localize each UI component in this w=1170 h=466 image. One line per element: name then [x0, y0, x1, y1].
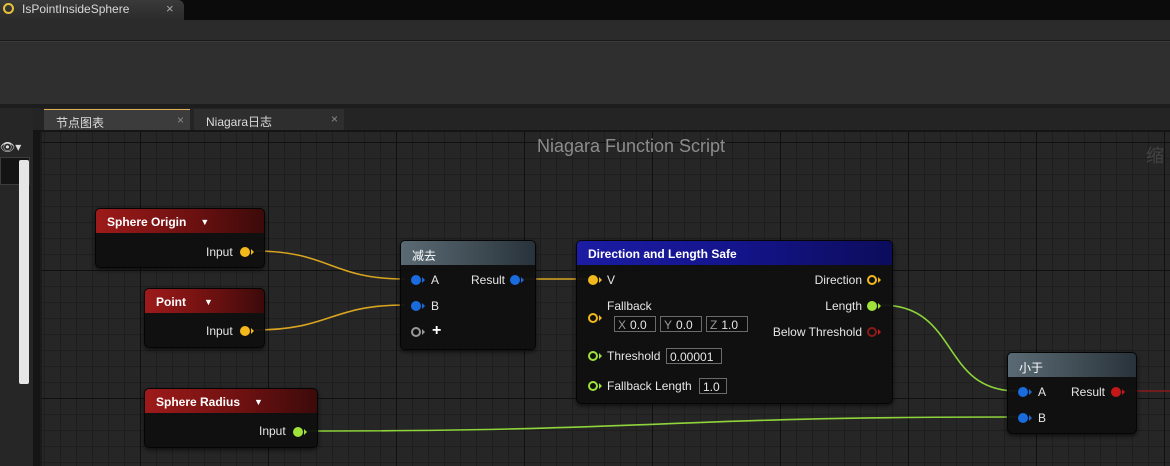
fallback-length-field[interactable]: 1.0 — [699, 378, 727, 394]
fallback-x-field[interactable]: X 0.0 — [614, 316, 656, 332]
wire-sphere-origin-to-a — [254, 250, 406, 280]
input-pin-threshold[interactable] — [588, 351, 598, 361]
input-label-a: A — [431, 273, 440, 287]
pin-arrow-icon — [422, 329, 425, 335]
output-label: Input — [206, 324, 233, 338]
output-pin[interactable] — [510, 275, 520, 285]
pin-arrow-icon — [251, 249, 254, 255]
output-pin[interactable] — [240, 326, 250, 336]
pin-arrow-icon — [304, 429, 307, 435]
input-pin-a[interactable] — [1018, 387, 1028, 397]
pin-arrow-icon — [251, 328, 254, 334]
node-direction-and-length-safe[interactable]: Direction and Length Safe V Fallback X 0.… — [576, 240, 893, 404]
output-label: Input — [259, 424, 286, 438]
output-label: Result — [471, 273, 506, 287]
input-label-a: A — [1038, 385, 1047, 399]
input-pin-b[interactable] — [1018, 413, 1028, 423]
wire-radius-to-b — [306, 416, 1018, 432]
output-pin[interactable] — [1111, 387, 1121, 397]
output-pin[interactable] — [293, 427, 303, 437]
pin-arrow-icon — [422, 277, 425, 283]
pin-arrow-icon — [878, 277, 881, 283]
output-label: Input — [206, 245, 233, 259]
pin-arrow-icon — [1122, 389, 1125, 395]
pin-arrow-icon — [599, 277, 602, 283]
fallback-y-field[interactable]: Y 0.0 — [660, 316, 702, 332]
output-label-length: Length — [825, 299, 862, 313]
pin-arrow-icon — [1029, 415, 1032, 421]
node-point[interactable]: Point ▼ Input — [144, 288, 265, 348]
input-label-b: B — [431, 299, 440, 313]
pin-arrow-icon — [878, 329, 881, 335]
input-pin-a[interactable] — [411, 275, 421, 285]
node-subtract[interactable]: 减去 A B + Result — [400, 240, 536, 350]
node-header[interactable]: 减去 — [401, 241, 535, 265]
node-header[interactable]: Direction and Length Safe — [577, 241, 892, 265]
input-pin-fallback-length[interactable] — [588, 381, 598, 391]
node-less-than[interactable]: 小于 A B Result — [1007, 352, 1137, 434]
output-label: Result — [1071, 385, 1106, 399]
output-label-below-threshold: Below Threshold — [772, 325, 862, 339]
output-pin-direction[interactable] — [867, 275, 877, 285]
output-pin[interactable] — [240, 247, 250, 257]
node-header[interactable]: Sphere Radius ▼ — [145, 389, 317, 413]
wire-length-to-a — [880, 304, 1018, 392]
node-sphere-radius[interactable]: Sphere Radius ▼ Input — [144, 388, 318, 448]
pin-arrow-icon — [878, 303, 881, 309]
node-sphere-origin[interactable]: Sphere Origin ▼ Input — [95, 208, 265, 268]
pin-arrow-icon — [599, 353, 602, 359]
input-pin-fallback[interactable] — [588, 313, 598, 323]
add-pin-icon[interactable]: + — [432, 322, 441, 340]
dropdown-arrow-icon[interactable]: ▼ — [254, 397, 263, 407]
input-label-threshold: Threshold — [607, 349, 661, 363]
input-label-fallback-length: Fallback Length — [607, 379, 692, 393]
fallback-z-field[interactable]: Z 1.0 — [706, 316, 748, 332]
pin-arrow-icon — [521, 277, 524, 283]
output-label-direction: Direction — [814, 273, 862, 287]
node-header[interactable]: Sphere Origin ▼ — [96, 209, 264, 233]
input-pin-b[interactable] — [411, 301, 421, 311]
output-pin-length[interactable] — [867, 301, 877, 311]
pin-arrow-icon — [599, 383, 602, 389]
input-pin-v[interactable] — [588, 275, 598, 285]
node-header[interactable]: Point ▼ — [145, 289, 264, 313]
node-header[interactable]: 小于 — [1008, 353, 1136, 377]
pin-arrow-icon — [1029, 389, 1032, 395]
dropdown-arrow-icon[interactable]: ▼ — [200, 217, 209, 227]
output-pin-below-threshold[interactable] — [867, 327, 877, 337]
input-label-v: V — [607, 273, 616, 287]
threshold-field[interactable]: 0.00001 — [666, 348, 722, 364]
pin-arrow-icon — [599, 315, 602, 321]
pin-arrow-icon — [422, 303, 425, 309]
wire-point-to-b — [254, 304, 406, 331]
input-label-fallback: Fallback — [607, 299, 652, 313]
add-pin[interactable] — [411, 327, 421, 337]
dropdown-arrow-icon[interactable]: ▼ — [204, 297, 213, 307]
input-label-b: B — [1038, 411, 1047, 425]
